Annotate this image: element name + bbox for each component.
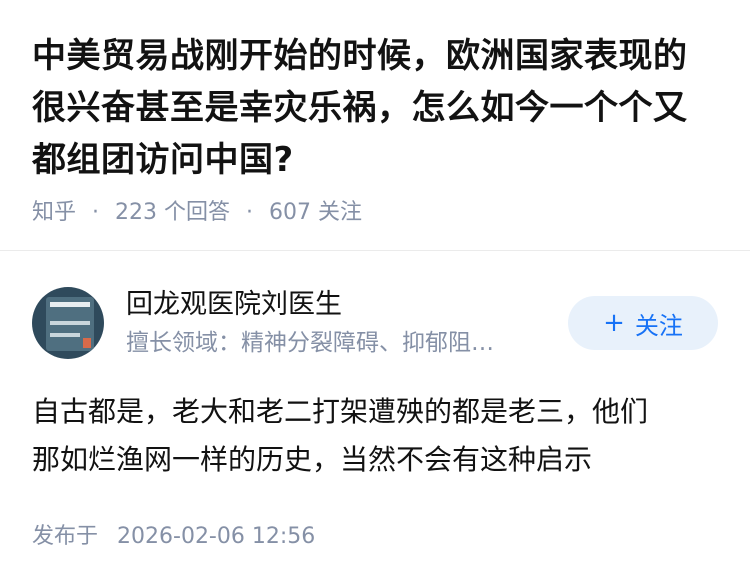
- source-label[interactable]: 知乎: [32, 198, 76, 228]
- follow-label: 关注: [634, 311, 683, 340]
- meta-separator: ·: [246, 200, 254, 225]
- answer-count[interactable]: 223 个回答: [115, 198, 230, 228]
- meta-separator: ·: [92, 200, 100, 225]
- section-divider: [0, 250, 750, 251]
- publish-info: 发布于 2026-02-06 12:56: [32, 520, 315, 554]
- book-cover-avatar-icon: [46, 297, 94, 351]
- published-time: 2026-02-06 12:56: [117, 524, 316, 549]
- follower-count[interactable]: 607 关注: [269, 198, 362, 228]
- author-name[interactable]: 回龙观医院刘医生: [126, 287, 568, 323]
- author-description: 擅长领域：精神分裂障碍、抑郁阻…: [126, 330, 494, 356]
- author-info: 回龙观医院刘医生 擅长领域：精神分裂障碍、抑郁阻…: [126, 287, 568, 359]
- question-header: 中美贸易战刚开始的时候，欧洲国家表现的很兴奋甚至是幸灾乐祸，怎么如今一个个又都组…: [0, 0, 750, 228]
- follow-button[interactable]: + 关注: [568, 296, 718, 350]
- question-title[interactable]: 中美贸易战刚开始的时候，欧洲国家表现的很兴奋甚至是幸灾乐祸，怎么如今一个个又都组…: [32, 30, 718, 186]
- author-avatar[interactable]: [32, 287, 104, 359]
- question-meta: 知乎 · 223 个回答 · 607 关注: [32, 198, 718, 228]
- plus-icon: +: [603, 308, 625, 338]
- author-card: 回龙观医院刘医生 擅长领域：精神分裂障碍、抑郁阻… + 关注: [32, 285, 718, 361]
- answer-line: 自古都是，老大和老二打架遭殃的都是老三，他们: [32, 395, 649, 428]
- zhihu-answer-page: 中美贸易战刚开始的时候，欧洲国家表现的很兴奋甚至是幸灾乐祸，怎么如今一个个又都组…: [0, 0, 750, 588]
- answer-line: 那如烂渔网一样的历史，当然不会有这种启示: [32, 443, 593, 476]
- answer-content[interactable]: 自古都是，老大和老二打架遭殃的都是老三，他们 那如烂渔网一样的历史，当然不会有这…: [32, 388, 722, 484]
- published-label: 发布于: [32, 524, 99, 549]
